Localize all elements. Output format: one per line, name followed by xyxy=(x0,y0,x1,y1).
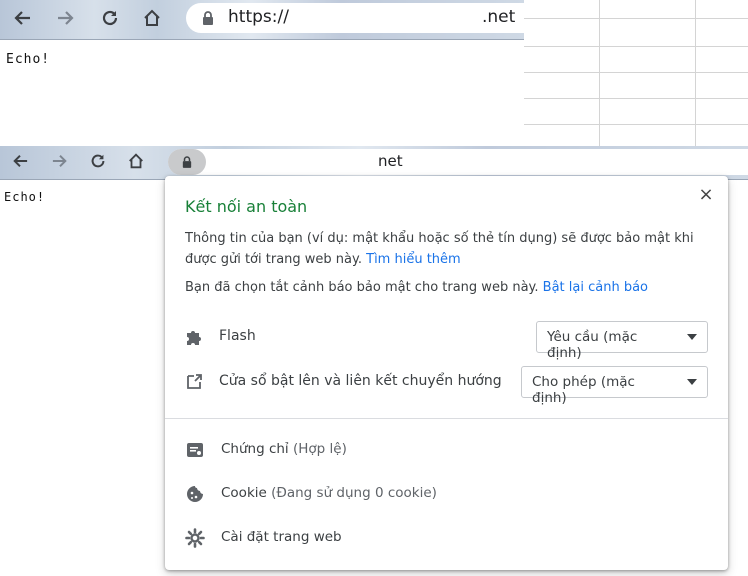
lock-icon[interactable] xyxy=(202,11,214,25)
home-icon xyxy=(144,9,160,26)
url-prefix: https:// xyxy=(228,7,289,27)
cookie-icon xyxy=(187,486,203,502)
site-info-button[interactable] xyxy=(168,149,206,175)
item-label: Cookie xyxy=(221,485,267,501)
top-browser-window: https:// .net Echo! xyxy=(0,0,524,146)
dropdown-arrow-icon xyxy=(687,334,697,340)
arrow-left-icon xyxy=(13,154,28,168)
back-button[interactable] xyxy=(6,149,34,173)
site-info-popup: × Kết nối an toàn Thông tin của bạn (ví … xyxy=(165,176,728,570)
back-button[interactable] xyxy=(8,6,36,30)
cookie-label: Cookie (Đang sử dụng 0 cookie) xyxy=(221,485,437,501)
cookie-row[interactable]: Cookie (Đang sử dụng 0 cookie) xyxy=(185,476,708,512)
url-tld: .net xyxy=(482,7,516,27)
close-button[interactable]: × xyxy=(696,183,716,205)
select-value: Yêu cầu (mặc định) xyxy=(547,329,638,361)
arrow-right-icon xyxy=(52,154,67,168)
dropdown-arrow-icon xyxy=(687,379,697,385)
permission-row-flash: Flash Yêu cầu (mặc định) xyxy=(185,321,708,361)
arrow-right-icon xyxy=(58,11,74,25)
certificate-icon xyxy=(187,443,203,457)
permission-row-popups: Cửa sổ bật lên và liên kết chuyển hướng … xyxy=(185,366,708,406)
reenable-warnings-link[interactable]: Bật lại cảnh báo xyxy=(543,280,648,295)
popup-redirect-icon xyxy=(187,374,202,389)
item-sublabel: (Hợp lệ) xyxy=(292,441,347,457)
top-toolbar: https:// .net xyxy=(0,0,524,40)
spreadsheet-grid xyxy=(524,0,748,146)
warning-text: Bạn đã chọn tắt cảnh báo bảo mật cho tra… xyxy=(185,280,539,295)
bottom-toolbar: net xyxy=(0,146,748,180)
home-button[interactable] xyxy=(122,149,150,173)
certificate-row[interactable]: Chứng chỉ (Hợp lệ) xyxy=(185,432,708,468)
address-bar[interactable]: net xyxy=(168,149,748,175)
reload-icon xyxy=(91,154,105,168)
permission-label: Flash xyxy=(219,328,256,344)
forward-button[interactable] xyxy=(52,6,80,30)
lock-icon xyxy=(182,156,192,168)
reload-button[interactable] xyxy=(84,149,112,173)
connection-info-text: Thông tin của bạn (ví dụ: mật khẩu hoặc … xyxy=(185,228,705,270)
home-icon xyxy=(129,153,143,169)
page-text: Echo! xyxy=(6,52,51,67)
site-settings-row[interactable]: Cài đặt trang web xyxy=(185,520,708,556)
close-icon: × xyxy=(698,183,714,205)
connection-status-title: Kết nối an toàn xyxy=(185,197,308,216)
arrow-left-icon xyxy=(14,11,30,25)
reload-icon xyxy=(102,10,118,26)
site-settings-label: Cài đặt trang web xyxy=(221,529,342,545)
gear-icon xyxy=(185,528,205,548)
address-bar[interactable]: https:// .net xyxy=(186,3,524,33)
page-text: Echo! xyxy=(4,190,46,204)
puzzle-icon xyxy=(187,331,201,345)
reload-button[interactable] xyxy=(96,6,124,30)
forward-button[interactable] xyxy=(46,149,74,173)
select-value: Cho phép (mặc định) xyxy=(532,374,635,406)
url-tld: net xyxy=(378,152,403,170)
item-sublabel: (Đang sử dụng 0 cookie) xyxy=(271,485,437,501)
flash-permission-select[interactable]: Yêu cầu (mặc định) xyxy=(536,321,708,361)
item-label: Chứng chỉ xyxy=(221,441,289,457)
warning-text-block: Bạn đã chọn tắt cảnh báo bảo mật cho tra… xyxy=(185,280,705,295)
permission-label: Cửa sổ bật lên và liên kết chuyển hướng xyxy=(219,373,502,389)
screenshot-composite: https:// .net Echo! net Echo! × Kết nối … xyxy=(0,0,748,576)
home-button[interactable] xyxy=(138,6,166,30)
popups-permission-select[interactable]: Cho phép (mặc định) xyxy=(521,366,708,406)
certificate-label: Chứng chỉ (Hợp lệ) xyxy=(221,441,347,457)
learn-more-link[interactable]: Tìm hiểu thêm xyxy=(366,252,461,267)
divider xyxy=(165,418,728,419)
